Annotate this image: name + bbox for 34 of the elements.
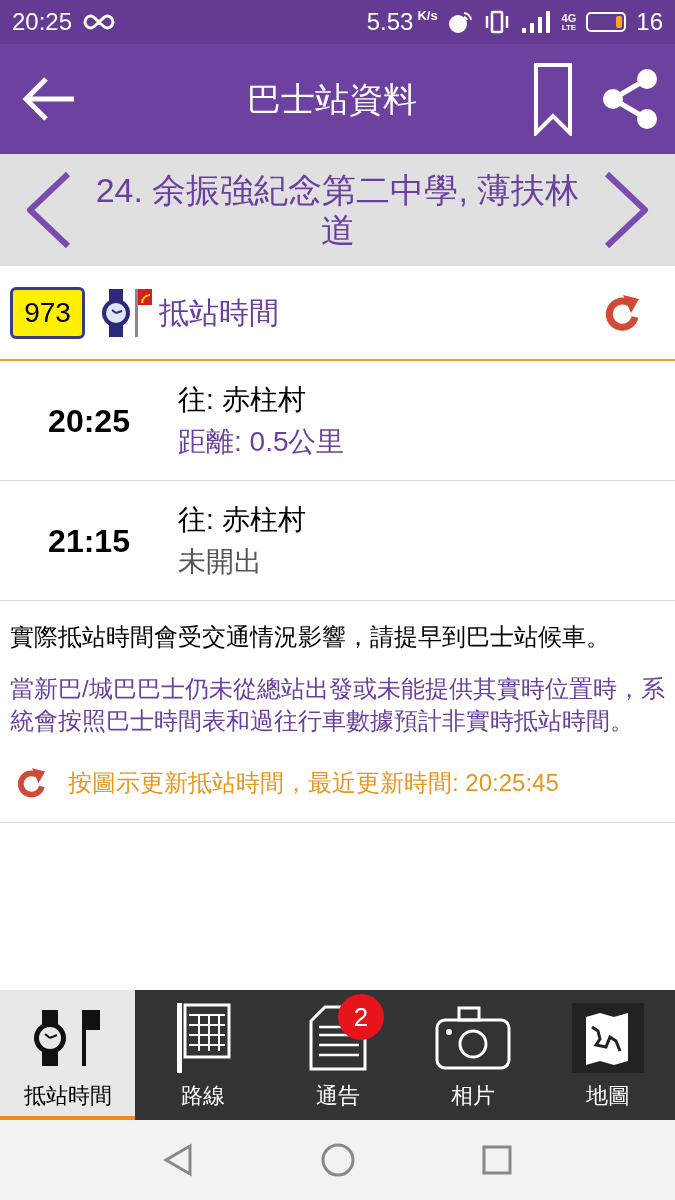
infinity-icon (82, 13, 117, 31)
hotspot-icon (447, 9, 474, 35)
timetable-icon (174, 1000, 231, 1076)
screen-title: 巴士站資料 (246, 78, 417, 120)
notification-badge: 2 (338, 994, 384, 1040)
note-text: 實際抵站時間會受交通情況影響，請提早到巴士站候車。 (10, 622, 611, 652)
speed-unit: K/s (417, 7, 438, 25)
status-text: 未開出 (178, 544, 263, 579)
network-speed: 5.53 (366, 7, 414, 37)
signal-icon (519, 9, 552, 35)
route-number-badge: 973 (10, 286, 85, 339)
home-nav-button[interactable] (320, 1142, 357, 1178)
nav-tab[interactable]: 抵站時間 (0, 990, 135, 1120)
network-subtype: LTE (561, 23, 577, 32)
nav-tab[interactable]: 地圖 (540, 990, 675, 1120)
arrival-time: 21:15 (47, 521, 131, 561)
bookmark-button[interactable] (533, 62, 573, 136)
arrival-time: 20:25 (47, 401, 131, 441)
network-type: 4G (561, 12, 577, 24)
battery-icon (586, 12, 627, 32)
share-button[interactable] (601, 67, 659, 131)
map-icon (571, 1000, 644, 1076)
watch-flag-icon (99, 286, 155, 339)
section-title: 抵站時間 (159, 295, 279, 331)
recents-nav-button[interactable] (480, 1144, 513, 1176)
destination-text: 往: 赤柱村 (178, 382, 307, 417)
distance-text: 距離: 0.5公里 (178, 424, 345, 459)
stop-name: 24. 余振強紀念第二中學, 薄扶林道 (94, 170, 581, 250)
destination-text: 往: 赤柱村 (178, 502, 306, 537)
vibrate-icon (483, 9, 510, 35)
last-updated-text: 按圖示更新抵站時間，最近更新時間: 20:25:45 (68, 767, 559, 798)
battery-percent: 16 (636, 7, 663, 37)
note-text: 當新巴/城巴巴士仍未從總站出發或未能提供其實時位置時，系統會按照巴士時間表和過往行車數據預計非實時抵站時間。 (10, 674, 665, 736)
clock-time: 20:25 (12, 7, 73, 37)
